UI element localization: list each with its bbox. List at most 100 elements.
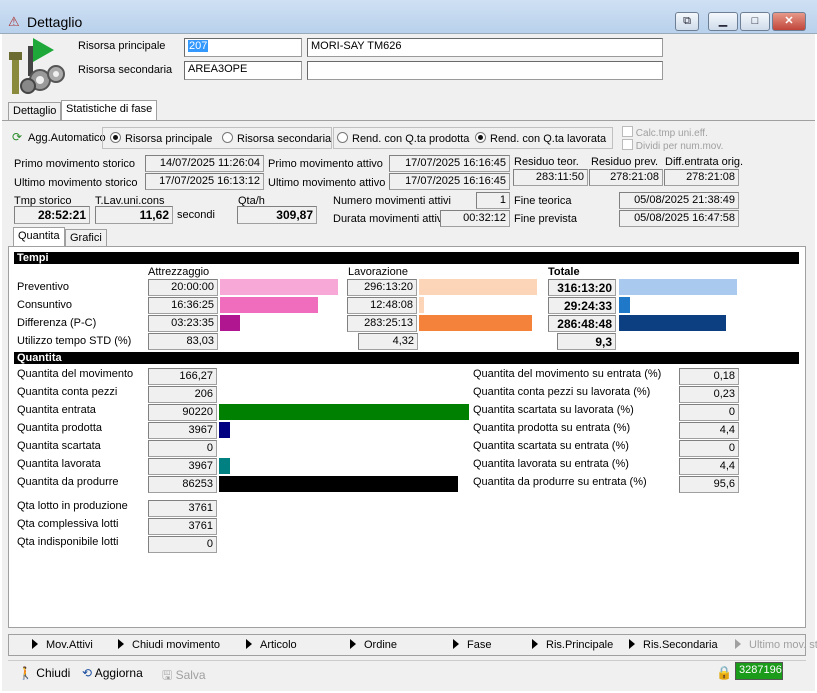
- ultimo-attivo-label: Ultimo movimento attivo: [268, 177, 386, 189]
- risorsa-secondaria-desc-field[interactable]: [307, 61, 663, 80]
- col-lavorazione: Lavorazione: [348, 266, 408, 278]
- checkbox-dividi[interactable]: Dividi per num.mov.: [622, 139, 723, 152]
- play-icon: [735, 639, 741, 649]
- risorsa-principale-desc-field[interactable]: MORI-SAY TM626: [307, 38, 663, 57]
- tab-statistiche-di-fase[interactable]: Statistiche di fase: [61, 100, 158, 120]
- nav-button-label: Ultimo mov. sto: [749, 639, 817, 651]
- quantita-label: Quantita scartata: [17, 440, 101, 452]
- status-code: 3287196: [735, 662, 783, 680]
- checkbox-calc-tmp[interactable]: Calc.tmp uni.eff.: [622, 126, 708, 139]
- nav-button[interactable]: Mov.Attivi: [32, 639, 93, 651]
- minimize-button[interactable]: ▁: [708, 12, 738, 31]
- fine-teorica-value: 05/08/2025 21:38:49: [619, 192, 739, 209]
- risorsa-principale-code-value: 207: [188, 40, 209, 52]
- durata-value: 00:32:12: [440, 210, 510, 227]
- radio-risorsa-secondaria-label: Risorsa secondaria: [237, 133, 332, 145]
- radio-selected-icon: [475, 132, 486, 143]
- diff-entrata-label: Diff.entrata orig.: [665, 156, 744, 168]
- tempi-attr-value: 83,03: [148, 333, 218, 350]
- nav-button[interactable]: Ultimo mov. sto: [735, 639, 817, 651]
- chiudi-label: Chiudi: [36, 666, 71, 680]
- tab-dettaglio[interactable]: Dettaglio: [8, 102, 62, 120]
- nav-button[interactable]: Fase: [453, 639, 491, 651]
- tlav-value: 11,62: [95, 206, 173, 224]
- play-icon: [350, 639, 356, 649]
- quantita-pct-label: Quantita da produrre su entrata (%): [473, 476, 647, 488]
- tempi-tot-value: 286:48:48: [548, 315, 616, 332]
- quantita-pct-value: 0,23: [679, 386, 739, 403]
- quantita-pct-label: Quantita scartata su lavorata (%): [473, 404, 634, 416]
- play-icon: [246, 639, 252, 649]
- residuo-prev-value: 278:21:08: [589, 169, 663, 186]
- nav-button[interactable]: Ris.Principale: [532, 639, 613, 651]
- qtah-value: 309,87: [237, 206, 317, 224]
- nav-button[interactable]: Chiudi movimento: [118, 639, 220, 651]
- tab-grafici[interactable]: Grafici: [65, 229, 107, 247]
- calc-tmp-label: Calc.tmp uni.eff.: [635, 128, 708, 139]
- primo-attivo-value: 17/07/2025 16:16:45: [389, 155, 510, 172]
- tempi-attr-value: 16:36:25: [148, 297, 218, 314]
- chiudi-button[interactable]: 🚶 Chiudi: [18, 666, 70, 680]
- nav-button-label: Ordine: [364, 639, 398, 651]
- aggiorna-button[interactable]: ⟲ Aggiorna: [82, 666, 143, 680]
- refresh-icon: ⟲: [82, 666, 93, 680]
- radio-risorsa-secondaria[interactable]: Risorsa secondaria: [222, 132, 331, 145]
- nav-button[interactable]: Articolo: [246, 639, 297, 651]
- close-button[interactable]: ✕: [772, 12, 806, 31]
- primo-storico-value: 14/07/2025 11:26:04: [145, 155, 264, 172]
- quantita-pct-label: Quantita lavorata su entrata (%): [473, 458, 629, 470]
- quantita-value: 3967: [148, 422, 217, 439]
- checkbox-icon: [622, 139, 633, 150]
- agg-automatico-label: Agg.Automatico: [28, 132, 106, 144]
- nav-button-label: Ris.Secondaria: [643, 639, 718, 651]
- quantita-value: 166,27: [148, 368, 217, 385]
- fine-prevista-value: 05/08/2025 16:47:58: [619, 210, 739, 227]
- quantita-value: 0: [148, 440, 217, 457]
- tempi-attr-bar: [220, 315, 240, 331]
- radio-rend-prodotta-label: Rend. con Q.ta prodotta: [352, 133, 470, 145]
- risorsa-principale-code-field[interactable]: 207: [184, 38, 302, 57]
- quantita-pct-label: Quantita conta pezzi su lavorata (%): [473, 386, 651, 398]
- nav-button-label: Articolo: [260, 639, 297, 651]
- refresh-icon: ⟳: [12, 130, 23, 144]
- radio-rend-qta-prodotta[interactable]: Rend. con Q.ta prodotta: [337, 132, 469, 145]
- risorsa-principale-label: Risorsa principale: [78, 40, 166, 52]
- risorsa-secondaria-code-field[interactable]: AREA3OPE: [184, 61, 302, 80]
- quantita-value: 90220: [148, 404, 217, 421]
- tempi-lav-bar: [419, 297, 424, 313]
- lotti-label: Qta complessiva lotti: [17, 518, 119, 530]
- quantita-pct-label: Quantita scartata su entrata (%): [473, 440, 629, 452]
- play-icon: [629, 639, 635, 649]
- nav-button[interactable]: Ordine: [350, 639, 397, 651]
- tab-quantita[interactable]: Quantita: [13, 227, 65, 247]
- salva-button[interactable]: 🖫 Salva: [162, 666, 206, 687]
- app-icon: ⚠: [8, 14, 20, 29]
- tempi-row-label: Utilizzo tempo STD (%): [17, 335, 132, 347]
- radio-icon: [222, 132, 233, 143]
- quantita-pct-value: 0: [679, 404, 739, 421]
- quantita-label: Quantita prodotta: [17, 422, 103, 434]
- num-mov-label: Numero movimenti attivi: [333, 195, 451, 207]
- tempi-lav-value: 4,32: [358, 333, 418, 350]
- quantita-label: Quantita da produrre: [17, 476, 119, 488]
- quantita-pct-value: 0,18: [679, 368, 739, 385]
- durata-label: Durata movimenti attivi: [333, 213, 445, 225]
- restore-icon[interactable]: ⧉: [675, 12, 699, 31]
- radio-rend-qta-lavorata[interactable]: Rend. con Q.ta lavorata: [475, 132, 606, 145]
- nav-button[interactable]: Ris.Secondaria: [629, 639, 718, 651]
- primo-attivo-label: Primo movimento attivo: [268, 158, 383, 170]
- tempi-tot-value: 29:24:33: [548, 297, 616, 314]
- lotti-value: 3761: [148, 500, 217, 517]
- salva-label: Salva: [175, 668, 206, 682]
- primo-storico-label: Primo movimento storico: [14, 158, 136, 170]
- tempi-attr-bar: [220, 297, 318, 313]
- maximize-button[interactable]: □: [740, 12, 770, 31]
- tempi-row-label: Differenza (P-C): [17, 317, 97, 329]
- tempi-attr-value: 20:00:00: [148, 279, 218, 296]
- col-attrezzaggio: Attrezzaggio: [148, 266, 210, 278]
- tempi-attr-value: 03:23:35: [148, 315, 218, 332]
- exit-icon: 🚶: [18, 666, 33, 680]
- radio-risorsa-principale[interactable]: Risorsa principale: [110, 132, 212, 145]
- residuo-prev-label: Residuo prev.: [591, 156, 659, 168]
- radio-risorsa-principale-label: Risorsa principale: [125, 133, 213, 145]
